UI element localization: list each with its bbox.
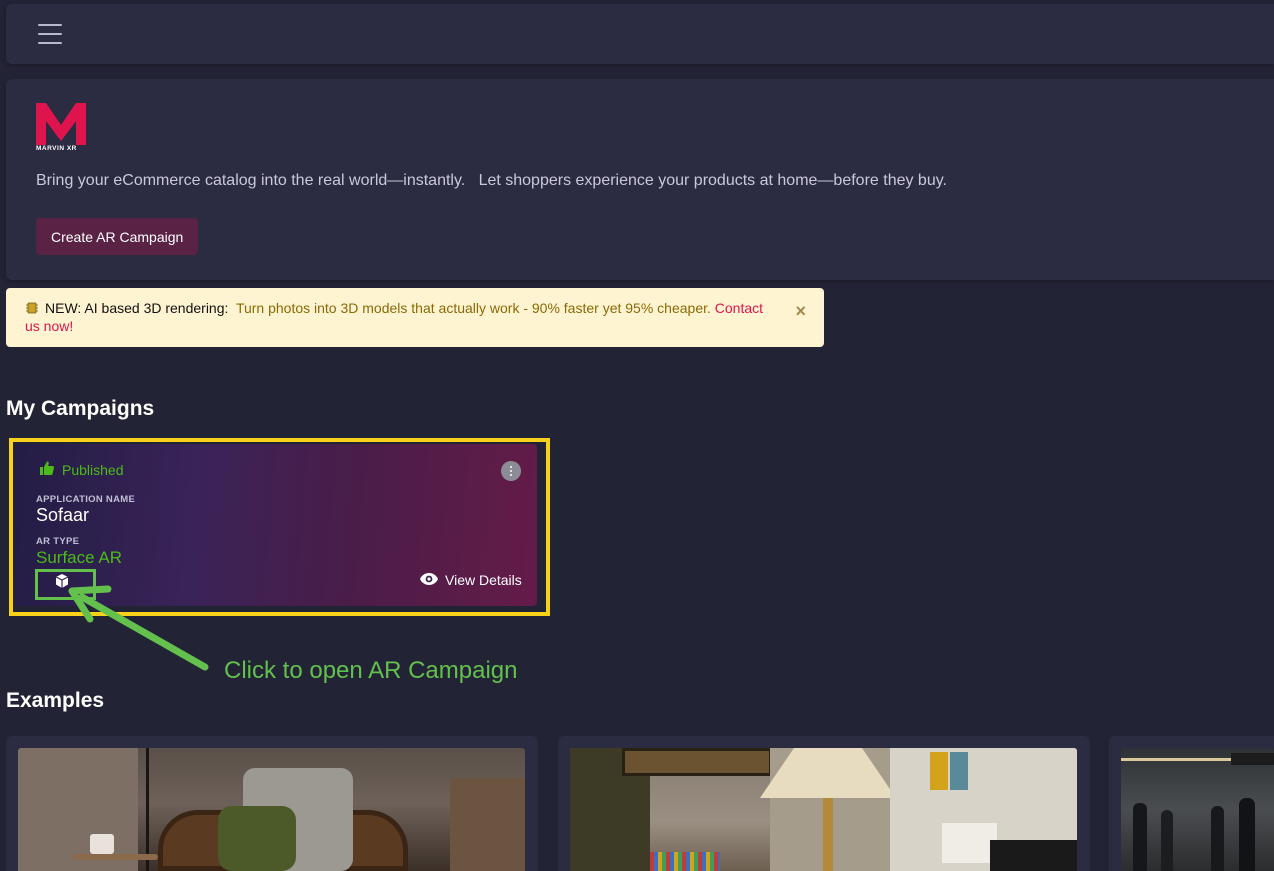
logo-text: MARVIN XR bbox=[36, 145, 77, 152]
view-details-button[interactable]: View Details bbox=[420, 572, 522, 588]
create-ar-campaign-button[interactable]: Create AR Campaign bbox=[36, 218, 199, 255]
example-card-chair[interactable] bbox=[6, 736, 538, 871]
application-name-label: APPLICATION NAME bbox=[36, 494, 136, 505]
ar-type-value: Surface AR bbox=[36, 548, 122, 567]
more-options-icon[interactable] bbox=[501, 461, 521, 481]
top-bar bbox=[6, 4, 1274, 64]
thumbs-up-icon bbox=[40, 461, 54, 478]
marvin-xr-logo: MARVIN XR bbox=[36, 103, 96, 155]
my-campaigns-heading: My Campaigns bbox=[6, 397, 155, 420]
hamburger-menu-icon[interactable] bbox=[38, 24, 62, 44]
annotation-arrow-icon bbox=[68, 585, 209, 671]
examples-heading: Examples bbox=[6, 689, 105, 712]
hero-tagline: Bring your eCommerce catalog into the re… bbox=[36, 172, 947, 189]
ar-type-label: AR TYPE bbox=[36, 536, 80, 547]
example-image-lamp bbox=[570, 748, 1077, 871]
status-badge: Published bbox=[40, 461, 124, 478]
example-image-airport bbox=[1121, 748, 1274, 871]
close-icon[interactable]: × bbox=[795, 302, 806, 320]
application-name-value: Sofaar bbox=[36, 505, 90, 525]
status-text: Published bbox=[62, 461, 124, 478]
example-card-airport[interactable] bbox=[1109, 736, 1274, 871]
example-card-lamp[interactable] bbox=[558, 736, 1090, 871]
eye-icon bbox=[420, 572, 438, 588]
hero-panel: MARVIN XR Bring your eCommerce catalog i… bbox=[6, 79, 1274, 280]
banner-prefix: NEW: AI based 3D rendering: bbox=[45, 300, 229, 316]
chip-icon bbox=[25, 301, 39, 315]
example-image-armchair bbox=[18, 748, 525, 871]
annotation-text: Click to open AR Campaign bbox=[224, 657, 518, 684]
banner-highlight: Turn photos into 3D models that actually… bbox=[235, 300, 711, 316]
announcement-banner: NEW: AI based 3D rendering: Turn photos … bbox=[6, 288, 824, 347]
view-details-label: View Details bbox=[445, 572, 522, 588]
